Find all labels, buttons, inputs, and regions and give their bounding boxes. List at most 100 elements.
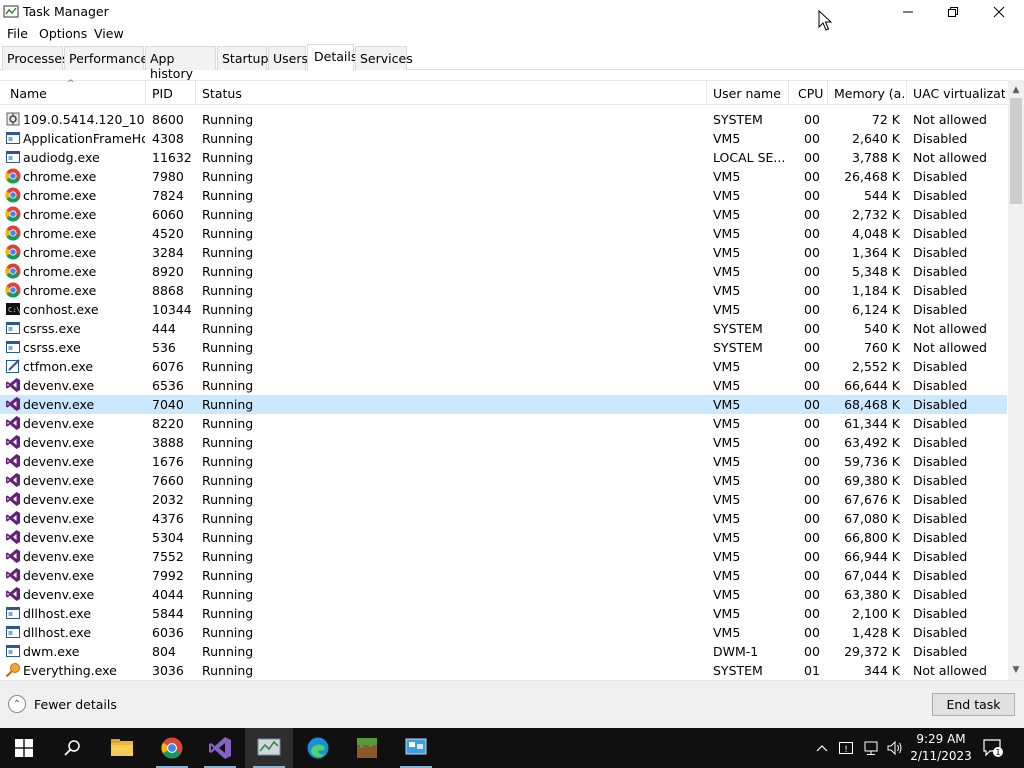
menu-view[interactable]: View [94, 26, 124, 41]
table-row[interactable]: devenv.exe 1676 Running VM5 00 59,736 K Disabl… [0, 452, 1007, 471]
column-divider[interactable] [788, 81, 789, 105]
table-row[interactable]: chrome.exe 4520 Running VM5 00 4,048 K Disable… [0, 224, 1007, 243]
process-uac-virtualization: Disabled [913, 625, 968, 640]
table-row[interactable]: devenv.exe 2032 Running VM5 00 67,676 K Disabl… [0, 490, 1007, 509]
process-status: Running [202, 625, 254, 640]
visual-studio-icon [5, 529, 21, 545]
process-pid: 7992 [152, 568, 184, 583]
tab-performance[interactable]: Performance [64, 46, 148, 70]
process-name: devenv.exe [23, 568, 95, 583]
taskbar-task-manager[interactable] [245, 728, 293, 768]
process-user-name: SYSTEM [713, 112, 763, 127]
table-row[interactable]: C:\ conhost.exe 10344 Running VM5 00 6,124 K Di… [0, 300, 1007, 319]
tab-details[interactable]: Details [307, 44, 357, 71]
tab-users[interactable]: Users [268, 46, 308, 70]
table-row[interactable]: Everything.exe 3036 Running SYSTEM 01 344 K No… [0, 661, 1007, 680]
table-row[interactable]: chrome.exe 3284 Running VM5 00 1,364 K Disable… [0, 243, 1007, 262]
table-row[interactable]: chrome.exe 7824 Running VM5 00 544 K Disabled [0, 186, 1007, 205]
column-header-pid[interactable]: PID [152, 86, 192, 101]
process-uac-virtualization: Disabled [913, 530, 968, 545]
start-icon [15, 739, 33, 757]
table-row[interactable]: 109.0.5414.120_108.0.... 8600 Running SYSTE… [0, 110, 1007, 129]
tab-services[interactable]: Services [355, 46, 413, 70]
tray-volume-button[interactable] [884, 728, 906, 768]
table-row[interactable]: dllhost.exe 6036 Running VM5 00 1,428 K Disabl… [0, 623, 1007, 642]
minimize-button[interactable] [885, 0, 931, 24]
action-center-button[interactable]: 1 [980, 728, 1006, 768]
start-button[interactable] [0, 728, 48, 768]
column-header-memory[interactable]: Memory (a... [834, 86, 904, 101]
vertical-scrollbar[interactable]: ▲ ▼ [1008, 80, 1024, 680]
clock-date: 2/11/2023 [910, 749, 972, 763]
column-header-status[interactable]: Status [202, 86, 402, 101]
process-memory: 1,364 K [852, 245, 900, 260]
table-row[interactable]: devenv.exe 7040 Running VM5 00 68,468 K Disabl… [0, 395, 1007, 414]
taskbar-chrome[interactable] [148, 728, 196, 768]
fewer-details-button[interactable]: ⌃ Fewer details [8, 695, 117, 713]
process-pid: 8600 [152, 112, 184, 127]
table-row[interactable]: devenv.exe 4376 Running VM5 00 67,080 K Disabl… [0, 509, 1007, 528]
taskbar-edge[interactable] [294, 728, 342, 768]
tray-network-button[interactable] [860, 728, 882, 768]
table-row[interactable]: csrss.exe 444 Running SYSTEM 00 540 K Not allo… [0, 319, 1007, 338]
menu-options[interactable]: Options [39, 26, 87, 41]
process-status: Running [202, 606, 254, 621]
table-row[interactable]: devenv.exe 4044 Running VM5 00 63,380 K Disabl… [0, 585, 1007, 604]
table-row[interactable]: devenv.exe 5304 Running VM5 00 66,800 K Disabl… [0, 528, 1007, 547]
table-row[interactable]: devenv.exe 7660 Running VM5 00 69,380 K Disabl… [0, 471, 1007, 490]
menu-file[interactable]: File [7, 26, 28, 41]
table-row[interactable]: devenv.exe 6536 Running VM5 00 66,644 K Disabl… [0, 376, 1007, 395]
column-divider[interactable] [195, 81, 196, 105]
table-row[interactable]: devenv.exe 7552 Running VM5 00 66,944 K Disabl… [0, 547, 1007, 566]
show-hidden-icons-button[interactable] [812, 728, 832, 768]
column-header-uac-virtualization[interactable]: UAC virtualizat... [913, 86, 1005, 101]
close-button[interactable] [976, 0, 1022, 24]
process-memory: 67,080 K [844, 511, 900, 526]
table-row[interactable]: devenv.exe 7992 Running VM5 00 67,044 K Disabl… [0, 566, 1007, 585]
tab-processes[interactable]: Processes [2, 46, 69, 70]
taskbar-clock[interactable]: 9:29 AM 2/11/2023 [908, 731, 974, 765]
process-user-name: VM5 [713, 530, 741, 545]
taskbar-remote-desktop[interactable] [392, 728, 440, 768]
taskbar-minecraft[interactable] [343, 728, 391, 768]
table-row[interactable]: dllhost.exe 5844 Running VM5 00 2,100 K Disabl… [0, 604, 1007, 623]
scrollbar-thumb[interactable] [1010, 98, 1022, 204]
column-divider[interactable] [145, 81, 146, 105]
table-row[interactable]: ctfmon.exe 6076 Running VM5 00 2,552 K Disable… [0, 357, 1007, 376]
tab-startup[interactable]: Startup [217, 46, 268, 70]
process-cpu: 00 [804, 169, 820, 184]
column-divider[interactable] [906, 81, 907, 105]
table-row[interactable]: devenv.exe 8220 Running VM5 00 61,344 K Disabl… [0, 414, 1007, 433]
table-row[interactable]: chrome.exe 7980 Running VM5 00 26,468 K Disabl… [0, 167, 1007, 186]
chrome-icon [5, 206, 21, 222]
process-status: Running [202, 416, 254, 431]
table-row[interactable]: chrome.exe 8868 Running VM5 00 1,184 K Disable… [0, 281, 1007, 300]
table-row[interactable]: dwm.exe 804 Running DWM-1 00 29,372 K Disabled [0, 642, 1007, 661]
process-status: Running [202, 435, 254, 450]
table-row[interactable]: csrss.exe 536 Running SYSTEM 00 760 K Not allo… [0, 338, 1007, 357]
table-row[interactable]: ApplicationFrameHo... 4308 Running VM5 00 2,6… [0, 129, 1007, 148]
table-row[interactable]: devenv.exe 3888 Running VM5 00 63,492 K Disabl… [0, 433, 1007, 452]
table-row[interactable]: audiodg.exe 11632 Running LOCAL SE... 00 3,78… [0, 148, 1007, 167]
column-divider[interactable] [706, 81, 707, 105]
process-cpu: 00 [804, 207, 820, 222]
column-header-cpu[interactable]: CPU [798, 86, 826, 101]
scroll-down-arrow-icon[interactable]: ▼ [1008, 662, 1024, 678]
column-header-name[interactable]: Name [10, 86, 140, 101]
process-cpu: 00 [804, 245, 820, 260]
tray-security-button[interactable]: ! [836, 728, 856, 768]
column-header-user-name[interactable]: User name [713, 86, 785, 101]
process-status: Running [202, 340, 254, 355]
taskbar-visual-studio[interactable] [196, 728, 244, 768]
taskbar-search-button[interactable] [48, 728, 96, 768]
process-uac-virtualization: Disabled [913, 169, 968, 184]
table-row[interactable]: chrome.exe 8920 Running VM5 00 5,348 K Disable… [0, 262, 1007, 281]
table-row[interactable]: chrome.exe 6060 Running VM5 00 2,732 K Disable… [0, 205, 1007, 224]
restore-button[interactable] [930, 0, 976, 24]
end-task-button[interactable]: End task [932, 693, 1015, 716]
visual-studio-icon [5, 491, 21, 507]
tab-app-history[interactable]: App history [145, 46, 216, 81]
taskbar-file-explorer[interactable] [98, 728, 146, 768]
scroll-up-arrow-icon[interactable]: ▲ [1008, 82, 1024, 98]
column-divider[interactable] [827, 81, 828, 105]
